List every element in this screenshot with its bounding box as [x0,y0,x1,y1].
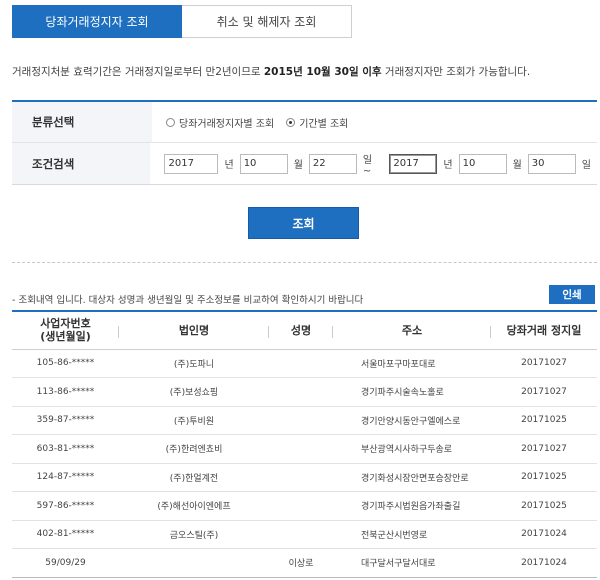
cell-bizno: 59/09/29 [12,548,119,578]
cell-corp-name [119,548,269,578]
notice-bold-date: 2015년 10월 30일 이후 [263,66,382,78]
table-row: 105-86-***** (주)도파니 서울마포구마포대로 20171027 [12,349,597,378]
cell-person-name [269,434,333,464]
cell-bizno: 105-86-***** [12,349,119,378]
table-row: 402-81-***** 금오스틸(주) 전북군산시번영로 20171024 [12,520,597,549]
cell-bizno: 359-87-***** [12,406,119,435]
cell-person-name [269,463,333,492]
results-table: 사업자번호 (생년월일) 법인명 성명 주소 당좌거래 정지일 105-86-**… [12,310,597,578]
from-month-input[interactable] [239,153,288,174]
cell-corp-name: (주)해선아이엔에프 [119,491,269,521]
unit-year: 년 [224,160,234,171]
table-row: 59/09/29 이상로 대구달서구달서대로 20171024 [12,548,597,578]
cell-person-name [269,406,333,435]
cell-address: 경기안양시동안구엘에스로 [333,406,491,435]
notice-text: 거래정지처분 효력기간은 거래정지일로부터 만2년이므로 2015년 10월 3… [12,66,531,78]
header-corp-name: 법인명 [119,311,269,350]
table-row: 113-86-***** (주)보성쇼핑 경기파주시술속노홀로 20171027 [12,377,597,407]
cell-date: 20171025 [491,463,597,492]
cell-address: 경기화성시장안면포승장안로 [333,463,491,492]
cell-bizno: 597-86-***** [12,491,119,521]
tab-cancelled-lookup[interactable]: 취소 및 해제자 조회 [182,5,352,38]
cell-corp-name: (주)도파니 [119,349,269,378]
print-button[interactable]: 인쇄 [549,285,595,304]
radio-off-icon [166,117,175,127]
cell-address: 경기파주시법원읍가좌출길 [333,491,491,521]
header-bizno: 사업자번호 (생년월일) [12,311,119,350]
cell-person-name: 이상로 [269,548,333,578]
cell-date: 20171025 [491,491,597,521]
header-person-name: 성명 [269,311,333,350]
cell-address: 경기파주시술속노홀로 [333,377,491,407]
from-day-input[interactable] [308,153,357,174]
tab-bar: 당좌거래정지자 조회 취소 및 해제자 조회 [12,5,352,38]
cell-date: 20171025 [491,406,597,435]
cell-address: 서울마포구마포대로 [333,349,491,378]
result-note: - 조회내역 입니다. 대상자 성명과 생년월일 및 주소정보를 비교하여 확인… [12,295,364,306]
search-button[interactable]: 조회 [248,207,359,239]
condition-label: 조건검색 [12,143,151,184]
cell-person-name [269,520,333,549]
cell-corp-name: (주)투비원 [119,406,269,435]
unit-day: 일 [581,160,591,171]
cell-person-name [269,491,333,521]
to-month-input[interactable] [458,153,507,174]
cell-date: 20171027 [491,377,597,407]
cell-date: 20171027 [491,434,597,464]
cell-bizno: 113-86-***** [12,377,119,407]
cell-address: 전북군산시번영로 [333,520,491,549]
table-header-row: 사업자번호 (생년월일) 법인명 성명 주소 당좌거래 정지일 [12,311,597,350]
cell-bizno: 402-81-***** [12,520,119,549]
cell-person-name [269,377,333,407]
cell-date: 20171027 [491,349,597,378]
header-address: 주소 [333,311,491,350]
from-year-input[interactable] [164,153,219,174]
search-form: 분류선택 당좌거래정지자별 조회 기간별 조회 조건검색 년 월 일 ~ 년 월… [12,100,597,185]
table-row: 359-87-***** (주)투비원 경기안양시동안구엘에스로 2017102… [12,406,597,435]
header-suspend-date: 당좌거래 정지일 [491,311,597,350]
tab-suspended-lookup[interactable]: 당좌거래정지자 조회 [12,5,182,38]
cell-corp-name: (주)한얼계전 [119,463,269,492]
table-row: 124-87-***** (주)한얼계전 경기화성시장안면포승장안로 20171… [12,463,597,492]
cell-corp-name: (주)한려엔쵸비 [119,434,269,464]
table-row: 603-81-***** (주)한려엔쵸비 부산광역시사하구두송로 201710… [12,434,597,464]
cell-corp-name: 금오스틸(주) [119,520,269,549]
unit-month-2: 월 [512,160,522,171]
cell-bizno: 603-81-***** [12,434,119,464]
cell-corp-name: (주)보성쇼핑 [119,377,269,407]
table-row: 597-86-***** (주)해선아이엔에프 경기파주시법원읍가좌출길 201… [12,491,597,521]
unit-range: 일 ~ [362,154,373,177]
unit-month: 월 [293,160,303,171]
cell-date: 20171024 [491,520,597,549]
radio-by-period[interactable]: 기간별 조회 [286,115,348,130]
cell-address: 대구달서구달서대로 [333,548,491,578]
to-day-input[interactable] [527,153,576,174]
unit-year-2: 년 [443,160,453,171]
category-label: 분류선택 [12,102,152,142]
category-row: 분류선택 당좌거래정지자별 조회 기간별 조회 [12,102,597,143]
cell-bizno: 124-87-***** [12,463,119,492]
cell-person-name [269,349,333,378]
condition-row: 조건검색 년 월 일 ~ 년 월 일 [12,143,597,184]
to-year-input[interactable] [389,153,438,174]
divider [12,262,597,263]
cell-date: 20171024 [491,548,597,578]
radio-by-person[interactable]: 당좌거래정지자별 조회 [166,115,274,130]
cell-address: 부산광역시사하구두송로 [333,434,491,464]
radio-on-icon [286,117,296,127]
